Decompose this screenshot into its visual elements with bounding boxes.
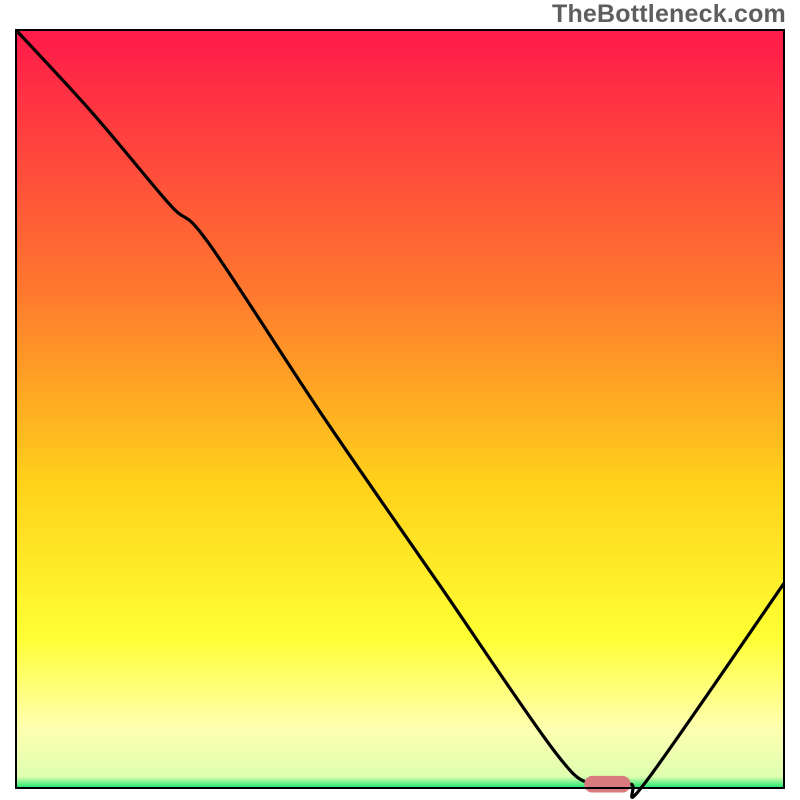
plot-background bbox=[16, 30, 784, 788]
chart-stage: TheBottleneck.com bbox=[0, 0, 800, 800]
optimal-range-marker bbox=[584, 776, 630, 793]
bottleneck-chart bbox=[0, 0, 800, 800]
